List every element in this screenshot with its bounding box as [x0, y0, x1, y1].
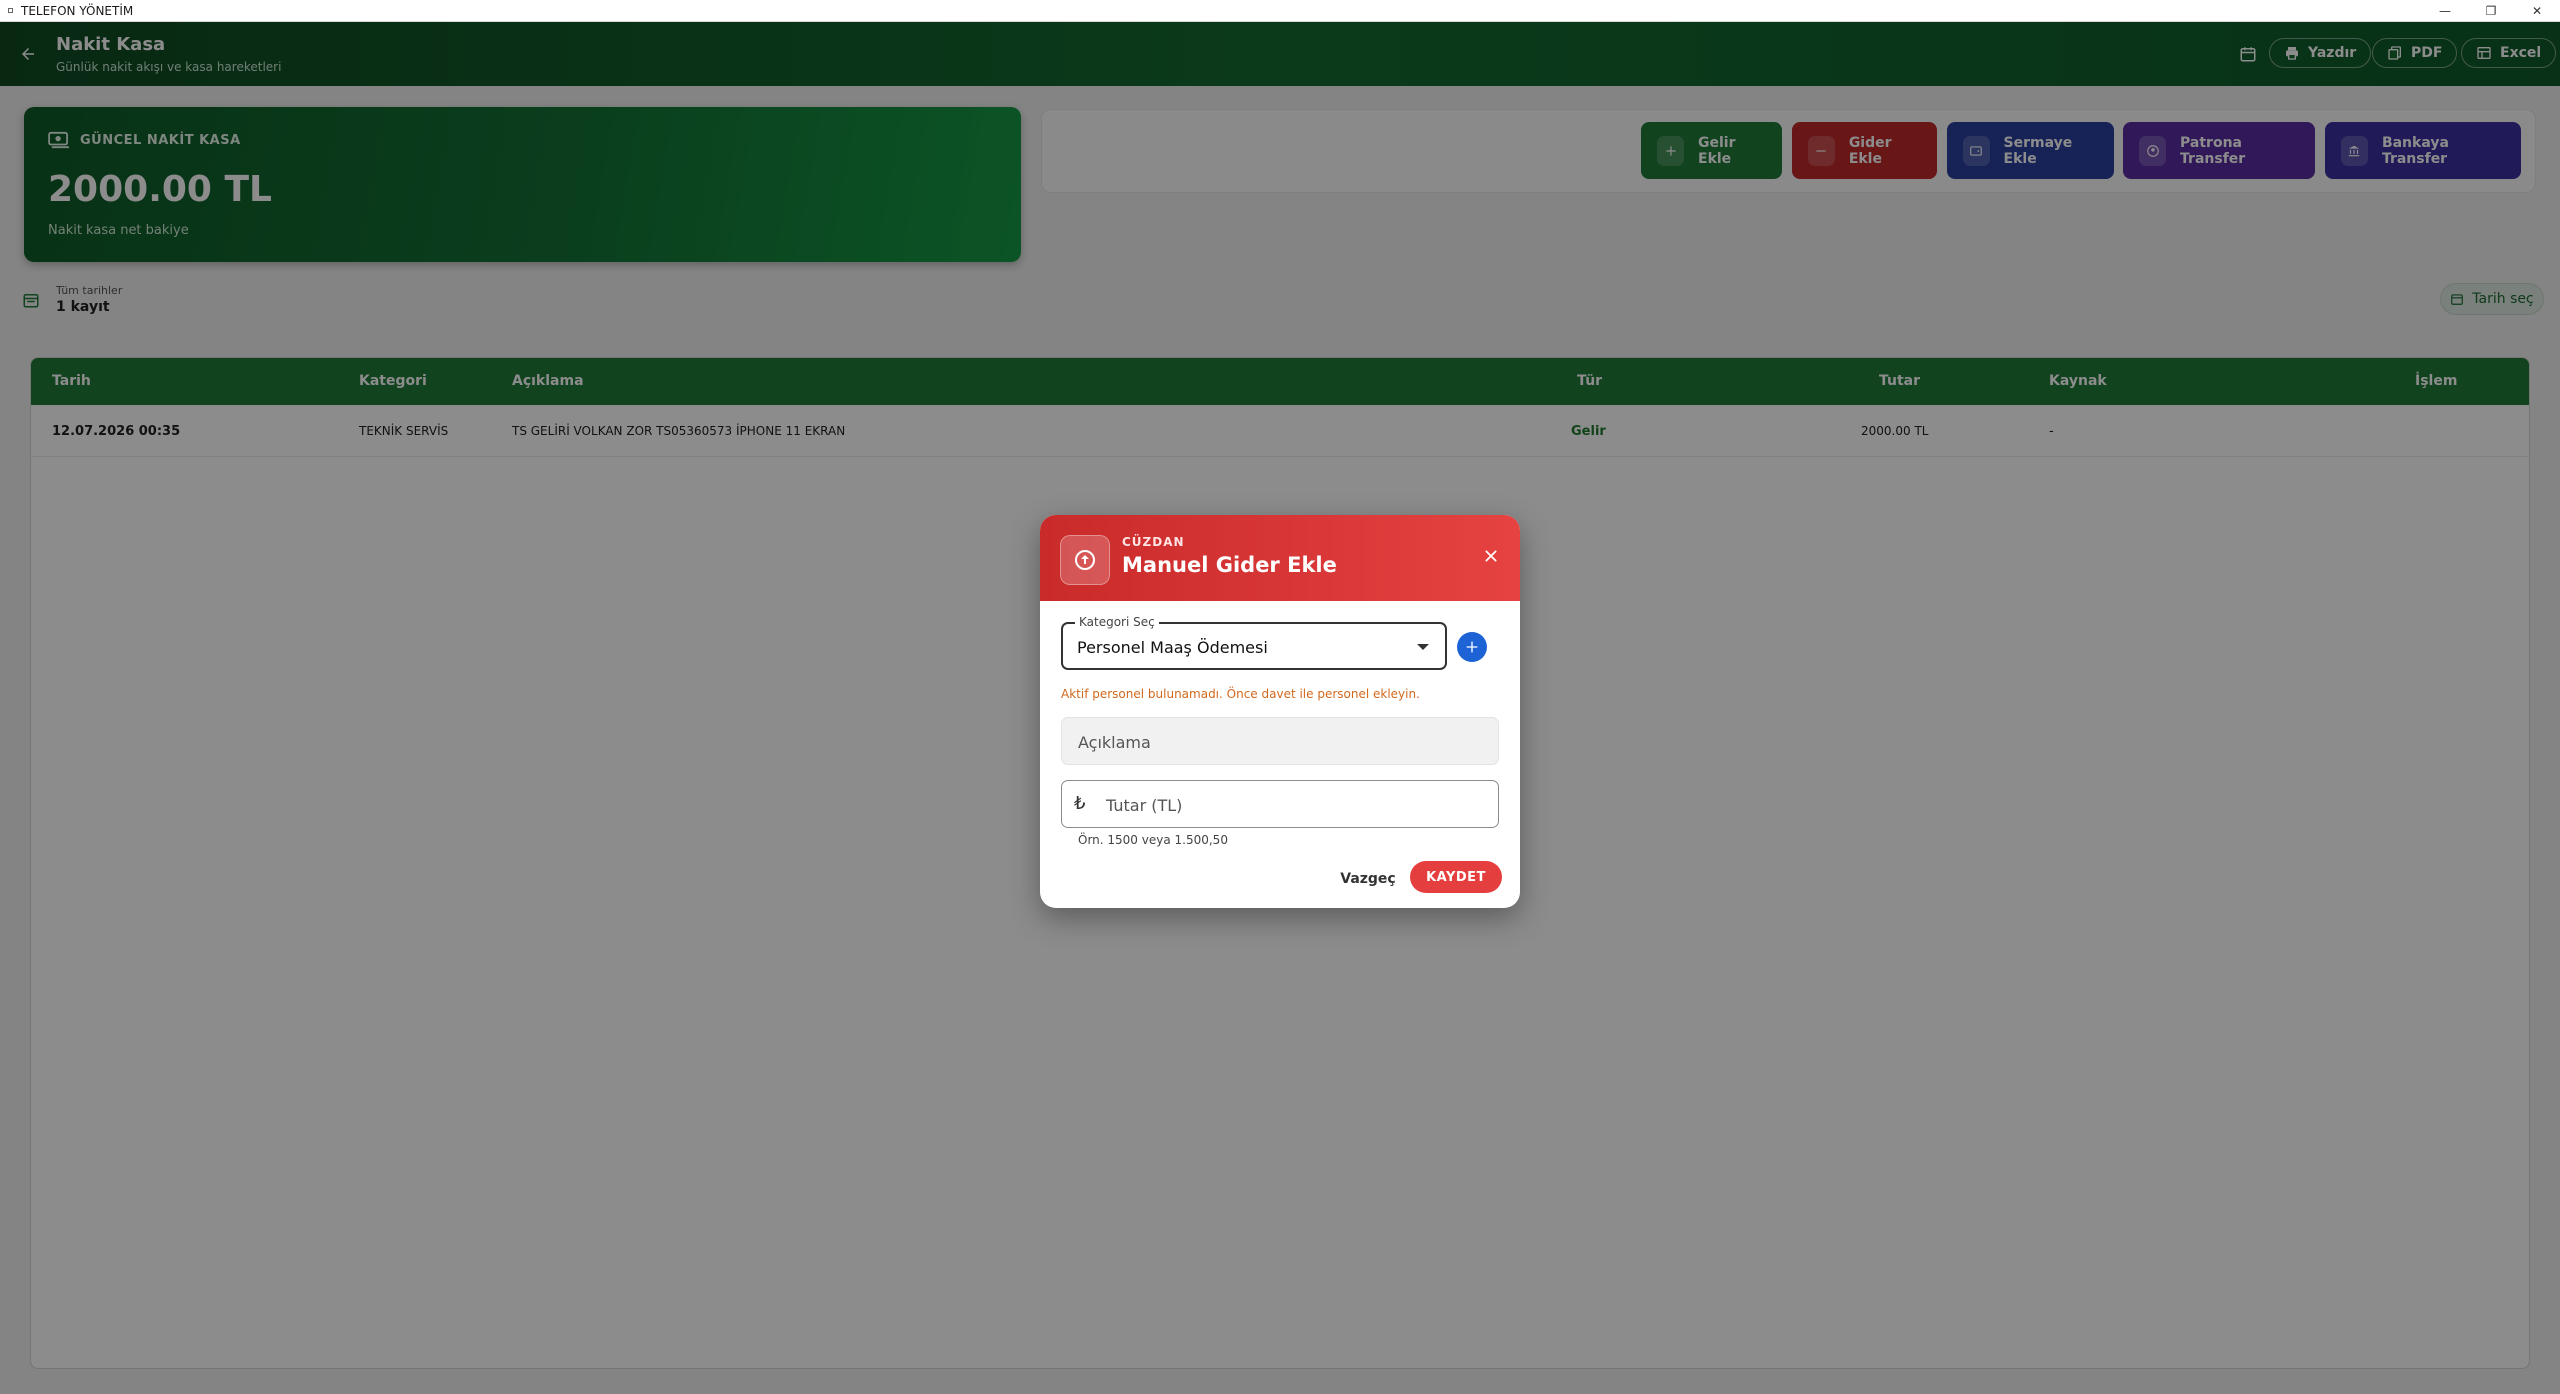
save-button[interactable]: KAYDET — [1410, 861, 1502, 893]
category-select-label: Kategori Seç — [1075, 615, 1159, 629]
close-window-button[interactable]: ✕ — [2514, 0, 2560, 22]
add-category-button[interactable] — [1457, 632, 1487, 662]
restore-button[interactable]: ❐ — [2468, 0, 2514, 22]
window-titlebar: TELEFON YÖNETİM — ❐ ✕ — [0, 0, 2560, 22]
description-placeholder: Açıklama — [1078, 733, 1151, 752]
lira-icon: ₺ — [1074, 793, 1086, 814]
cancel-button[interactable]: Vazgeç — [1338, 864, 1398, 894]
chevron-down-icon — [1417, 644, 1429, 650]
dialog-kicker: CÜZDAN — [1122, 535, 1185, 549]
minimize-button[interactable]: — — [2422, 0, 2468, 22]
description-input[interactable]: Açıklama — [1061, 717, 1499, 765]
dialog-close-button[interactable] — [1476, 541, 1506, 571]
amount-hint: Örn. 1500 veya 1.500,50 — [1078, 833, 1228, 847]
category-select-value: Personel Maaş Ödemesi — [1077, 638, 1268, 657]
add-expense-dialog: CÜZDAN Manuel Gider Ekle Kategori Seç Pe… — [1040, 515, 1520, 908]
window-controls: — ❐ ✕ — [2422, 0, 2560, 22]
dialog-header: CÜZDAN Manuel Gider Ekle — [1040, 515, 1520, 601]
app-icon — [8, 8, 13, 13]
plus-icon — [1466, 641, 1478, 653]
upload-circle-icon — [1060, 535, 1110, 585]
amount-placeholder: Tutar (TL) — [1106, 796, 1183, 815]
amount-input[interactable]: ₺ Tutar (TL) — [1061, 780, 1499, 828]
category-select[interactable]: Kategori Seç Personel Maaş Ödemesi — [1061, 615, 1447, 670]
no-staff-warning: Aktif personel bulunamadı. Önce davet il… — [1061, 687, 1420, 701]
dialog-title: Manuel Gider Ekle — [1122, 553, 1337, 577]
window-title: TELEFON YÖNETİM — [21, 3, 134, 18]
close-icon — [1485, 550, 1497, 562]
